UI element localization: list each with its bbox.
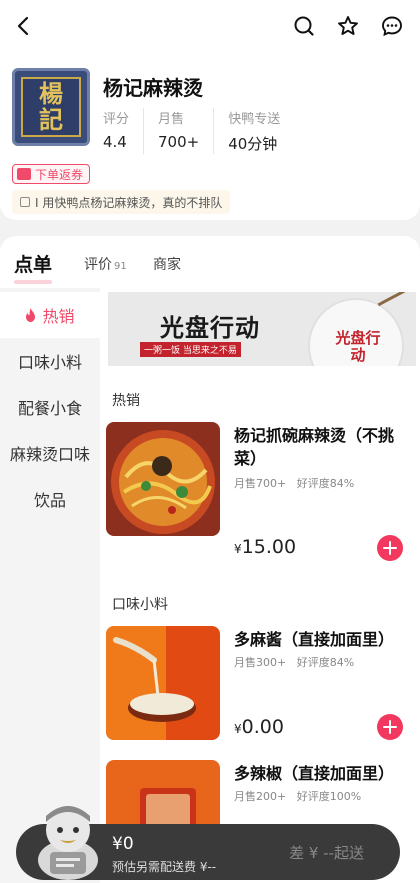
dish-price: ¥0.00 — [234, 716, 284, 738]
stat-monthly-sales: 月售 700+ — [158, 108, 215, 154]
plate-text: 光盘行动 — [335, 329, 381, 364]
top-bar — [0, 0, 420, 52]
store-info-card: 楊 記 杨记麻辣烫 评分 4.4 月售 700+ 快鸭专送 40分钟 下单返券 … — [0, 52, 420, 220]
chopsticks-image — [377, 292, 415, 307]
stat-label: 快鸭专送 — [228, 112, 281, 127]
dish-name: 杨记抓碗麻辣烫（不挑菜） — [234, 426, 395, 468]
tab-merchant[interactable]: 商家 — [153, 254, 181, 274]
dish-item[interactable]: 杨记抓碗麻辣烫（不挑菜） 月售700+ 好评度84% ¥15.00 — [106, 422, 418, 561]
flame-icon — [26, 308, 36, 322]
more-chat-icon[interactable] — [374, 8, 410, 44]
tab-active-indicator — [14, 280, 52, 284]
price-currency: ¥ — [234, 542, 242, 556]
store-logo: 楊 記 — [12, 68, 90, 146]
tab-label: 点单 — [14, 254, 53, 276]
sidebar-item-flavor-toppings[interactable]: 口味小料 — [0, 338, 100, 384]
add-to-cart-button[interactable] — [377, 714, 403, 740]
duck-mascot-cart-icon[interactable] — [30, 790, 106, 882]
dish-price: ¥15.00 — [234, 536, 296, 558]
stat-value: 700+ — [158, 133, 200, 151]
back-icon[interactable] — [6, 8, 42, 44]
price-value: 0.00 — [241, 716, 284, 738]
section-title-flavor: 口味小料 — [112, 597, 168, 613]
stat-delivery-time: 快鸭专送 40分钟 — [228, 108, 294, 154]
store-name: 杨记麻辣烫 — [103, 76, 203, 100]
notice-text: I 用快鸭点杨记麻辣烫，真的不排队 — [35, 195, 223, 210]
tab-reviews[interactable]: 评价 91 — [84, 254, 127, 274]
delivery-fee-estimate: 预估另需配送费 ¥-- — [112, 860, 217, 874]
store-icon — [20, 197, 30, 207]
sidebar-item-label: 饮品 — [33, 491, 66, 510]
dish-meta: 月售700+ 好评度84% — [234, 475, 354, 491]
tab-label: 评价 — [84, 257, 112, 273]
sidebar-item-label: 热销 — [42, 307, 75, 326]
coupon-icon — [17, 168, 31, 180]
sidebar-item-label: 口味小料 — [17, 353, 82, 372]
stat-rating: 评分 4.4 — [103, 108, 145, 154]
cart-amount: ¥0 — [112, 834, 134, 854]
stat-value: 4.4 — [103, 133, 127, 151]
logo-char-1: 楊 — [39, 79, 63, 108]
price-value: 15.00 — [241, 536, 297, 558]
sidebar-item-label: 麻辣烫口味 — [9, 445, 90, 464]
section-title-hot: 热销 — [112, 393, 140, 409]
banner-title: 光盘行动 — [160, 313, 260, 342]
sidebar-item-drinks[interactable]: 饮品 — [0, 476, 100, 522]
dish-rating: 好评度84% — [296, 656, 355, 669]
sidebar-item-malatang-flavor[interactable]: 麻辣烫口味 — [0, 430, 100, 476]
stat-label: 评分 — [103, 112, 130, 127]
dish-image-malatang — [106, 422, 220, 536]
stat-label: 月售 — [158, 112, 185, 127]
promo-banner[interactable]: 光盘行动 一粥一饭 当思来之不易 光盘行动 — [108, 292, 416, 366]
banner-subtitle: 一粥一饭 当思来之不易 — [140, 342, 241, 357]
price-currency: ¥ — [234, 722, 242, 736]
star-icon[interactable] — [330, 8, 366, 44]
dish-name: 多辣椒（直接加面里） — [234, 764, 395, 783]
plate-image: 光盘行动 — [308, 298, 404, 366]
dish-image-sesame-sauce — [106, 626, 220, 740]
coupon-badge[interactable]: 下单返券 — [12, 164, 91, 184]
dish-sales: 月售700+ — [234, 477, 287, 490]
search-icon[interactable] — [286, 8, 322, 44]
store-stats: 评分 4.4 月售 700+ 快鸭专送 40分钟 — [103, 108, 308, 154]
dish-item[interactable]: 多麻酱（直接加面里） 月售300+ 好评度84% ¥0.00 — [106, 626, 418, 746]
stat-value: 40分钟 — [228, 135, 278, 153]
add-to-cart-button[interactable] — [377, 535, 403, 561]
tab-order[interactable]: 点单 — [14, 250, 52, 277]
dish-name: 多麻酱（直接加面里） — [234, 630, 395, 649]
tab-label: 商家 — [153, 257, 181, 273]
dish-rating: 好评度100% — [296, 790, 362, 803]
store-tabs: 点单 评价 91 商家 — [0, 236, 420, 288]
dish-meta: 月售200+ 好评度100% — [234, 788, 361, 804]
plus-icon — [383, 720, 397, 734]
plus-icon — [383, 541, 397, 555]
store-notice: I 用快鸭点杨记麻辣烫，真的不排队 — [12, 190, 231, 214]
dish-rating: 好评度84% — [296, 477, 355, 490]
dish-meta: 月售300+ 好评度84% — [234, 654, 354, 670]
sidebar-item-hot[interactable]: 热销 — [0, 292, 100, 338]
sidebar-item-side-snacks[interactable]: 配餐小食 — [0, 384, 100, 430]
dish-sales: 月售300+ — [234, 656, 287, 669]
coupon-label: 下单返券 — [35, 167, 84, 182]
min-order-diff: 差 ¥ --起送 — [289, 844, 364, 862]
logo-char-2: 記 — [39, 105, 63, 134]
review-count: 91 — [114, 261, 127, 272]
sidebar-item-label: 配餐小食 — [17, 399, 82, 418]
dish-sales: 月售200+ — [234, 790, 287, 803]
menu-content: 光盘行动 一粥一饭 当思来之不易 光盘行动 热销 杨记抓碗麻辣烫（不挑菜） 月售… — [100, 288, 420, 883]
